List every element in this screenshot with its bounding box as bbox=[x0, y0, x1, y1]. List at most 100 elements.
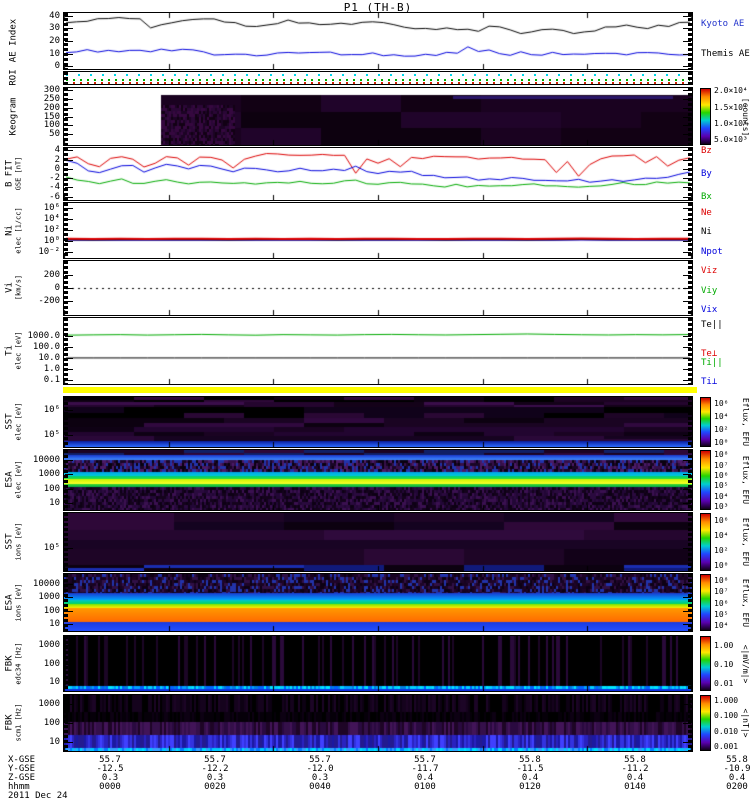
series-label-te: Te|| bbox=[701, 320, 723, 330]
panel-ni bbox=[63, 202, 693, 259]
y-major-tick bbox=[65, 41, 73, 42]
y-tick-label: 4 bbox=[54, 145, 60, 155]
y-major-tick bbox=[683, 301, 691, 302]
y-major-tick bbox=[683, 125, 691, 126]
series-label-themisae: Themis AE bbox=[701, 49, 750, 59]
panel-esa_i bbox=[63, 573, 693, 632]
roi-dots-row bbox=[66, 82, 690, 84]
y-tick-label: 10⁶ bbox=[43, 203, 60, 213]
y-major-tick bbox=[65, 664, 73, 665]
panel-canvas-sst_i bbox=[64, 513, 692, 571]
y-tick-label: 10.0 bbox=[38, 353, 60, 363]
y-major-tick bbox=[65, 742, 73, 743]
series-label-ne: Ne bbox=[701, 208, 712, 218]
y-major-tick bbox=[683, 28, 691, 29]
colorbar-tick-label: 10⁶ bbox=[714, 599, 729, 608]
y-major-tick bbox=[683, 682, 691, 683]
colorbar-esa_e bbox=[700, 450, 711, 510]
axis-value: 0120 bbox=[519, 782, 541, 792]
y-tick-label: 0 bbox=[54, 283, 60, 293]
y-major-tick bbox=[683, 369, 691, 370]
y-major-tick bbox=[683, 66, 691, 67]
y-axis-label-main: FBK bbox=[4, 714, 15, 731]
y-major-tick bbox=[683, 99, 691, 100]
panel-fbk_e bbox=[63, 635, 693, 692]
y-minor-ticks-left bbox=[64, 72, 68, 84]
y-major-tick bbox=[65, 301, 73, 302]
y-major-tick bbox=[683, 288, 691, 289]
y-tick-label: 10 bbox=[49, 49, 60, 59]
y-major-tick bbox=[683, 503, 691, 504]
panel-canvas-fbk_e bbox=[64, 636, 692, 691]
y-minor-ticks-left bbox=[64, 450, 68, 510]
y-axis-label-main: Ti bbox=[4, 345, 15, 356]
panel-keo bbox=[63, 87, 693, 146]
axis-value: 0140 bbox=[624, 782, 646, 792]
y-major-tick bbox=[683, 54, 691, 55]
y-minor-ticks-right bbox=[688, 574, 692, 631]
colorbar-tick-label: 10² bbox=[714, 546, 729, 555]
roi-dots-row bbox=[66, 79, 690, 81]
colorbar-keo bbox=[700, 88, 711, 145]
series-label-by: By bbox=[701, 169, 712, 179]
y-major-tick bbox=[65, 460, 73, 461]
colorbar-tick-label: 0.01 bbox=[714, 679, 734, 688]
y-major-tick bbox=[683, 208, 691, 209]
panel-canvas-ti bbox=[64, 318, 692, 384]
y-tick-label: -6 bbox=[49, 192, 60, 202]
y-tick-label: -4 bbox=[49, 182, 60, 192]
panel-canvas-esa_i bbox=[64, 574, 692, 631]
y-major-tick bbox=[683, 435, 691, 436]
y-major-tick bbox=[65, 611, 73, 612]
colorbar-tick-label: 10⁶ bbox=[714, 471, 729, 480]
y-major-tick bbox=[683, 230, 691, 231]
y-major-tick bbox=[65, 252, 73, 253]
y-tick-label: 2 bbox=[54, 155, 60, 165]
y-tick-label: -200 bbox=[38, 296, 60, 306]
y-tick-label: 1000 bbox=[38, 640, 60, 650]
y-major-tick bbox=[65, 435, 73, 436]
y-major-tick bbox=[683, 241, 691, 242]
y-tick-label: 100 bbox=[43, 718, 60, 728]
colorbar-unit-label: <|nT|> bbox=[741, 708, 750, 738]
colorbar-tick-label: 10⁴ bbox=[714, 492, 729, 501]
y-major-tick bbox=[65, 358, 73, 359]
y-major-tick bbox=[683, 134, 691, 135]
y-major-tick bbox=[683, 187, 691, 188]
y-major-tick bbox=[683, 358, 691, 359]
axis-value: 0020 bbox=[204, 782, 226, 792]
colorbar-tick-label: 10⁸ bbox=[714, 450, 729, 459]
colorbar-tick-label: 10⁰ bbox=[714, 561, 729, 570]
panel-canvas-fbk_b bbox=[64, 695, 692, 751]
y-minor-ticks-right bbox=[688, 397, 692, 447]
y-tick-label: 1000.0 bbox=[27, 331, 60, 341]
panel-esa_e bbox=[63, 449, 693, 511]
axis-value: 0040 bbox=[309, 782, 331, 792]
y-major-tick bbox=[65, 597, 73, 598]
y-tick-label: 10 bbox=[49, 498, 60, 508]
colorbar-tick-label: 0.10 bbox=[714, 660, 734, 669]
colorbar-esa_i bbox=[700, 574, 711, 631]
y-major-tick bbox=[683, 108, 691, 109]
y-major-tick bbox=[65, 108, 73, 109]
y-tick-label: 100 bbox=[43, 606, 60, 616]
y-major-tick bbox=[683, 548, 691, 549]
series-label-ni: Ni bbox=[701, 227, 712, 237]
panel-ti bbox=[63, 317, 693, 385]
y-major-tick bbox=[65, 208, 73, 209]
y-tick-label: 10⁻² bbox=[38, 247, 60, 257]
y-major-tick bbox=[65, 28, 73, 29]
series-label-viz: Viz bbox=[701, 266, 718, 276]
y-major-tick bbox=[65, 723, 73, 724]
colorbar-tick-label: 0.001 bbox=[714, 742, 739, 751]
y-minor-ticks-left bbox=[64, 397, 68, 447]
y-tick-label: 50 bbox=[49, 129, 60, 139]
colorbar-tick-label: 10⁵ bbox=[714, 481, 729, 490]
y-tick-label: 1000 bbox=[38, 592, 60, 602]
y-minor-ticks-right bbox=[688, 148, 692, 200]
y-tick-label: 20 bbox=[49, 36, 60, 46]
y-major-tick bbox=[65, 369, 73, 370]
y-major-tick bbox=[65, 197, 73, 198]
y-tick-label: 10000 bbox=[32, 455, 60, 465]
y-major-tick bbox=[65, 241, 73, 242]
